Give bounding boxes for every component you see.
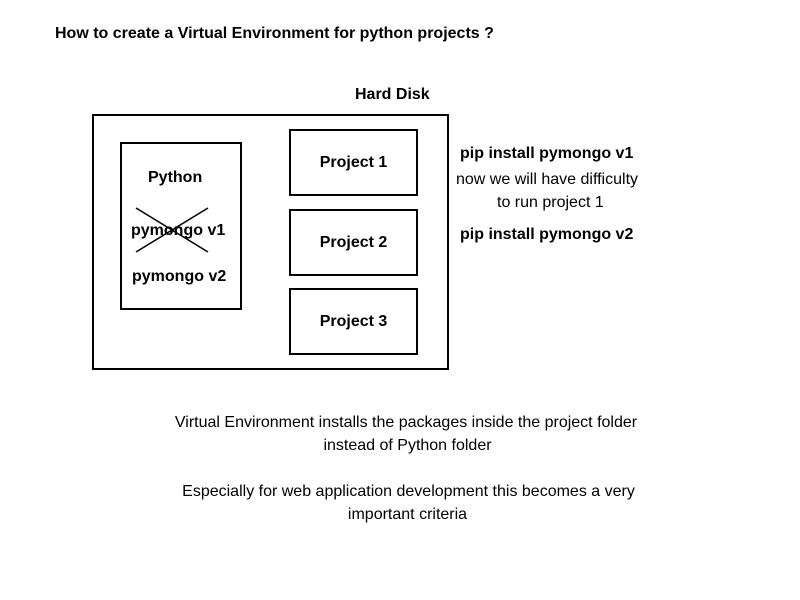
caption-line-4: important criteria: [347, 506, 468, 523]
difficulty-note-line-1: now we will have difficulty: [456, 171, 639, 188]
package-pymongo-v2: pymongo v2: [132, 268, 227, 285]
difficulty-note-line-2: to run project 1: [497, 194, 604, 211]
project-3-box: Project 3: [289, 288, 418, 355]
caption-line-1: Virtual Environment installs the package…: [174, 414, 638, 431]
install-v2-command: pip install pymongo v2: [460, 226, 634, 243]
python-folder-label: Python: [148, 169, 203, 186]
caption-line-3: Especially for web application developme…: [182, 483, 635, 500]
project-2-box: Project 2: [289, 209, 418, 276]
cross-out-mark-icon: [135, 207, 209, 253]
install-v1-command: pip install pymongo v1: [460, 145, 634, 162]
caption-line-2: instead of Python folder: [323, 437, 492, 454]
hard-disk-label: Hard Disk: [355, 86, 430, 103]
project-1-box: Project 1: [289, 129, 418, 196]
page-title: How to create a Virtual Environment for …: [55, 25, 494, 42]
